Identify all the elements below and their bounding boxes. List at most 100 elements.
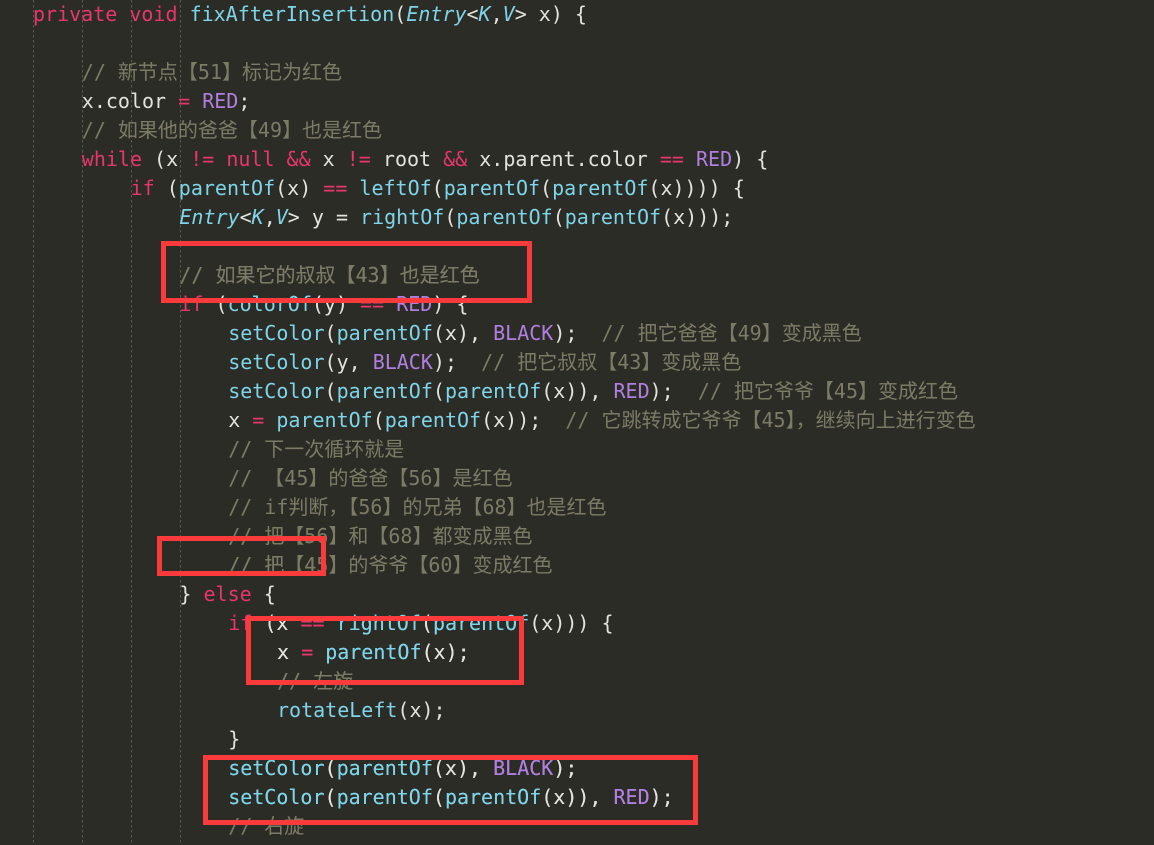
code-line[interactable]: x.color = RED; — [0, 87, 1154, 116]
code-token: ( — [444, 205, 457, 229]
code-token: == — [360, 292, 385, 316]
code-line[interactable]: if (colorOf(y) == RED) { — [0, 290, 1154, 319]
code-token: } — [228, 727, 241, 751]
code-line[interactable]: // 新节点【51】标记为红色 — [0, 58, 1154, 87]
code-token: == — [300, 611, 325, 635]
code-token: root — [370, 147, 444, 171]
code-line[interactable]: // 下一次循环就是 — [0, 435, 1154, 464]
code-token: { — [251, 582, 276, 606]
code-line[interactable]: // 左旋 — [0, 667, 1154, 696]
code-token: (y) — [311, 292, 361, 316]
code-line[interactable]: rotateRight(parentOf(parentOf(x))); — [0, 841, 1154, 845]
code-token: ( — [154, 176, 179, 200]
code-token: setColor — [228, 785, 325, 809]
code-line[interactable]: rotateLeft(x); — [0, 696, 1154, 725]
code-token: parentOf — [325, 640, 422, 664]
code-token: ( — [324, 379, 337, 403]
code-line[interactable]: x = parentOf(parentOf(x)); // 它跳转成它爷爷【45… — [0, 406, 1154, 435]
code-token: ); — [649, 785, 674, 809]
code-token: if — [228, 611, 253, 635]
code-token: x — [228, 408, 253, 432]
code-token: RED — [613, 379, 650, 403]
code-token: setColor — [228, 321, 325, 345]
code-token: (y, — [324, 350, 373, 374]
code-token: RED — [396, 292, 433, 316]
code-token: ); — [553, 321, 602, 345]
code-token: (x); — [421, 640, 470, 664]
code-token: (x) — [275, 176, 324, 200]
code-token: // 把【45】的爷爷【60】变成红色 — [228, 553, 553, 577]
code-line[interactable]: setColor(parentOf(parentOf(x)), RED); //… — [0, 377, 1154, 406]
code-token: (x)); — [481, 408, 566, 432]
code-token: ( — [394, 2, 407, 26]
code-token: (x); — [397, 698, 446, 722]
code-token: V — [502, 2, 515, 26]
code-line[interactable]: // 【45】的爸爸【56】是红色 — [0, 464, 1154, 493]
code-token: ( — [420, 611, 433, 635]
code-line[interactable]: while (x != null && x != root && x.paren… — [0, 145, 1154, 174]
code-token: (x)))) { — [648, 176, 745, 200]
code-token: private — [33, 2, 118, 26]
code-line[interactable]: private void fixAfterInsertion(Entry<K,V… — [0, 0, 1154, 29]
code-token: // 下一次循环就是 — [228, 437, 405, 461]
code-line[interactable]: setColor(y, BLACK); // 把它叔叔【43】变成黑色 — [0, 348, 1154, 377]
code-line[interactable]: setColor(parentOf(x), BLACK); // 把它爸爸【49… — [0, 319, 1154, 348]
code-line[interactable]: // 右旋 — [0, 812, 1154, 841]
code-token: // 右旋 — [228, 814, 305, 838]
code-token: ( — [431, 176, 444, 200]
code-line[interactable]: // 把【45】的爷爷【60】变成红色 — [0, 551, 1154, 580]
source-code[interactable]: private void fixAfterInsertion(Entry<K,V… — [0, 0, 1154, 845]
code-token: V — [275, 205, 288, 229]
code-line[interactable] — [0, 232, 1154, 261]
code-token: Entry — [406, 2, 467, 26]
code-token: rightOf — [336, 611, 421, 635]
code-token: ( — [203, 292, 228, 316]
code-token: != — [346, 147, 371, 171]
code-line[interactable]: } — [0, 725, 1154, 754]
code-token: while — [81, 147, 143, 171]
code-token: x — [277, 640, 302, 664]
code-line[interactable]: setColor(parentOf(parentOf(x)), RED); — [0, 783, 1154, 812]
code-token: parentOf — [432, 611, 530, 635]
code-line[interactable]: x = parentOf(x); — [0, 638, 1154, 667]
code-token: parentOf — [276, 408, 373, 432]
code-token: parentOf — [443, 176, 541, 200]
code-token: parentOf — [444, 785, 542, 809]
code-token: ( — [372, 408, 385, 432]
code-line[interactable]: if (parentOf(x) == leftOf(parentOf(paren… — [0, 174, 1154, 203]
code-token: null — [226, 147, 275, 171]
code-token: leftOf — [359, 176, 432, 200]
code-token: (x)), — [541, 379, 614, 403]
code-token: BLACK — [372, 350, 433, 374]
code-line[interactable]: // 如果他的爸爸【49】也是红色 — [0, 116, 1154, 145]
code-token: if — [130, 176, 155, 200]
code-token: parentOf — [178, 176, 276, 200]
code-token: (x)), — [541, 785, 614, 809]
code-line[interactable]: if (x == rightOf(parentOf(x))) { — [0, 609, 1154, 638]
code-line[interactable]: } else { — [0, 580, 1154, 609]
code-line[interactable]: // if判断，【56】的兄弟【68】也是红色 — [0, 493, 1154, 522]
code-token: ( — [432, 379, 445, 403]
code-token: // if判断，【56】的兄弟【68】也是红色 — [228, 495, 607, 519]
code-line[interactable]: setColor(parentOf(x), BLACK); — [0, 754, 1154, 783]
code-editor[interactable]: private void fixAfterInsertion(Entry<K,V… — [0, 0, 1154, 845]
code-token: ( — [540, 176, 553, 200]
code-line[interactable]: // 如果它的叔叔【43】也是红色 — [0, 261, 1154, 290]
code-token: (x — [142, 147, 191, 171]
code-token: ) { — [432, 292, 469, 316]
code-token: RED — [202, 89, 239, 113]
code-line[interactable]: Entry<K,V> y = rightOf(parentOf(parentOf… — [0, 203, 1154, 232]
code-token: // 把它叔叔【43】变成黑色 — [481, 350, 742, 374]
code-token: , — [490, 2, 503, 26]
code-token: colorOf — [227, 292, 312, 316]
code-line[interactable]: // 把【56】和【68】都变成黑色 — [0, 522, 1154, 551]
code-token: x — [310, 147, 347, 171]
code-token: setColor — [228, 756, 325, 780]
code-line[interactable] — [0, 29, 1154, 58]
code-token: parentOf — [384, 408, 482, 432]
